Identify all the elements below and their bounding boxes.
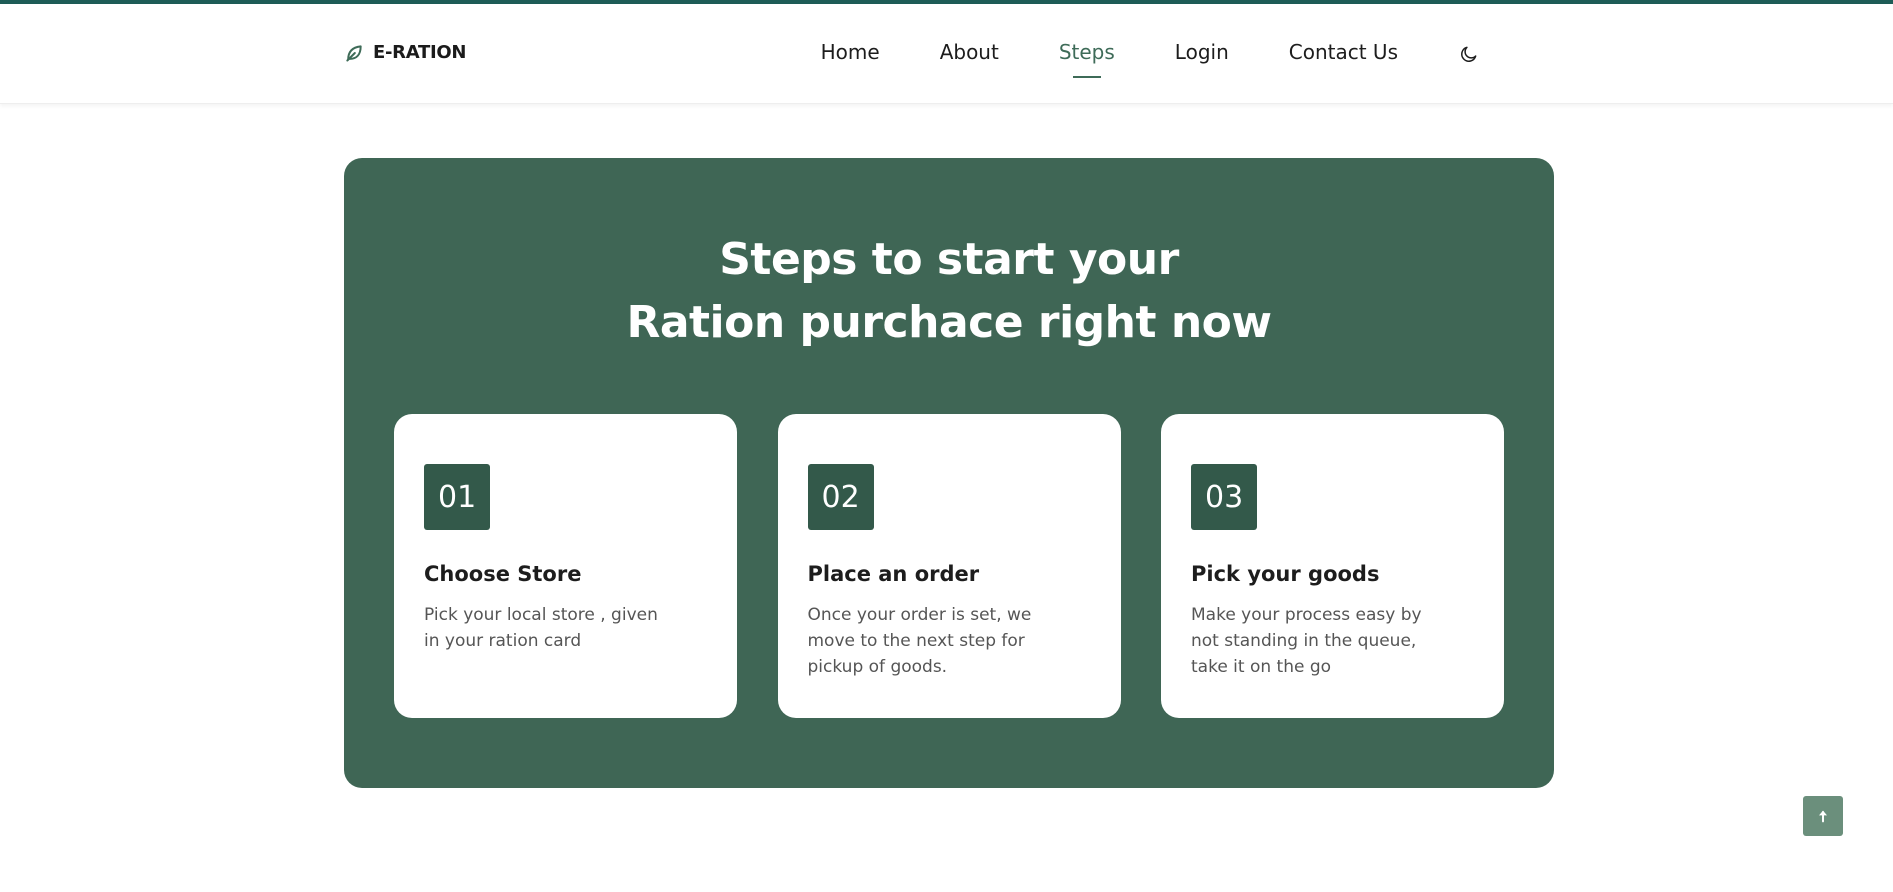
nav-contact-us[interactable]: Contact Us bbox=[1289, 40, 1398, 68]
step-description: Pick your local store , given in your ra… bbox=[424, 605, 658, 651]
step-cards: 01 Choose Store Pick your local store , … bbox=[394, 414, 1504, 718]
logo-text: E-RATION bbox=[373, 42, 467, 63]
steps-section: Steps to start your Ration purchace righ… bbox=[344, 158, 1554, 788]
steps-heading-line-1: Steps to start your bbox=[719, 234, 1179, 285]
logo[interactable]: E-RATION bbox=[344, 42, 466, 63]
step-title: Choose Store bbox=[424, 562, 582, 586]
step-card-2: 02 Place an order Once your order is set… bbox=[777, 414, 1121, 718]
step-title: Pick your goods bbox=[1191, 562, 1380, 586]
nav-about[interactable]: About bbox=[940, 40, 999, 68]
steps-heading: Steps to start your Ration purchace righ… bbox=[344, 228, 1554, 354]
nav-steps[interactable]: Steps bbox=[1059, 40, 1115, 78]
site-header: E-RATION Home About Steps Login Contact … bbox=[0, 4, 1893, 104]
nav-login[interactable]: Login bbox=[1175, 40, 1229, 68]
step-number-badge: 01 bbox=[424, 464, 491, 530]
step-title: Place an order bbox=[807, 562, 980, 586]
step-description: Once your order is set, we move to the n… bbox=[807, 605, 1032, 677]
step-card-3: 03 Pick your goods Make your process eas… bbox=[1161, 414, 1504, 718]
step-card-1: 01 Choose Store Pick your local store , … bbox=[394, 414, 737, 718]
step-description: Make your process easy by not standing i… bbox=[1191, 605, 1422, 677]
step-number-badge: 03 bbox=[1191, 464, 1258, 530]
moon-icon bbox=[1461, 46, 1477, 62]
main-nav: Home About Steps Login Contact Us bbox=[821, 40, 1480, 78]
nav-home[interactable]: Home bbox=[821, 40, 880, 68]
arrow-up-icon bbox=[1819, 810, 1827, 823]
theme-toggle-button[interactable] bbox=[1458, 43, 1480, 65]
step-number-badge: 02 bbox=[807, 464, 874, 530]
leaf-icon bbox=[346, 44, 362, 61]
steps-heading-line-2: Ration purchace right now bbox=[626, 297, 1272, 348]
scroll-to-top-button[interactable] bbox=[1803, 796, 1843, 836]
